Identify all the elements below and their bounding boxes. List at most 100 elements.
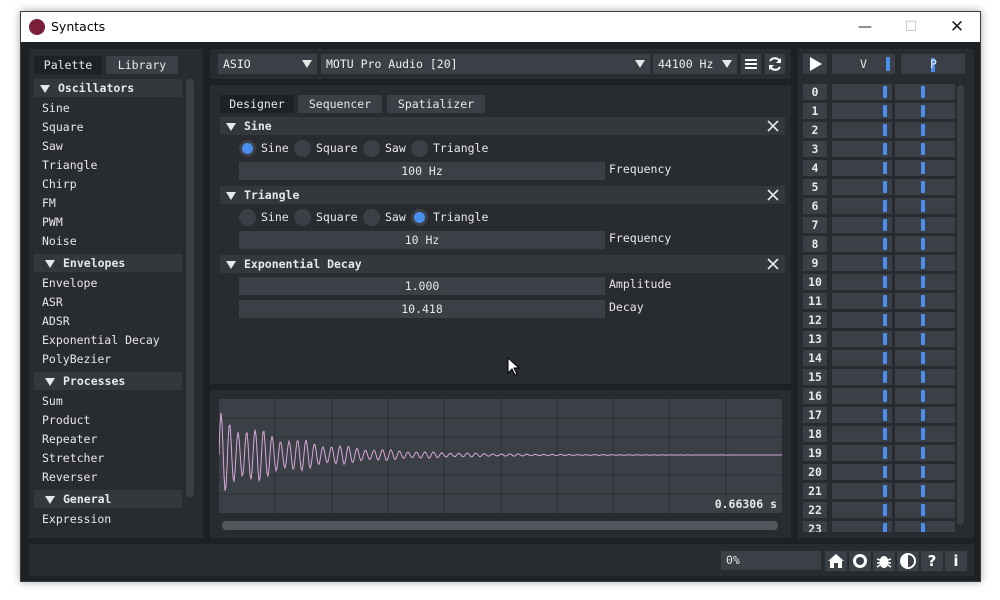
channel-number[interactable]: 22 — [803, 502, 827, 518]
palette-item[interactable]: Exponential Decay — [42, 333, 160, 347]
channel-number[interactable]: 9 — [803, 255, 827, 271]
radio-saw[interactable]: Saw — [363, 139, 406, 157]
palette-item[interactable]: ASR — [42, 295, 63, 309]
channel-number[interactable]: 1 — [803, 103, 827, 119]
channel-volume-slider[interactable] — [832, 217, 892, 233]
section-envelopes[interactable]: Envelopes — [34, 254, 182, 272]
channel-pitch-slider[interactable] — [895, 122, 955, 138]
channel-pitch-slider[interactable] — [895, 521, 955, 532]
channel-number[interactable]: 21 — [803, 483, 827, 499]
palette-item[interactable]: Noise — [42, 234, 77, 248]
channel-pitch-slider[interactable] — [895, 350, 955, 366]
channel-pitch-slider[interactable] — [895, 331, 955, 347]
channel-volume-slider[interactable] — [832, 274, 892, 290]
section-oscillators[interactable]: Oscillators — [34, 79, 182, 97]
channel-volume-slider[interactable] — [832, 407, 892, 423]
channel-number[interactable]: 18 — [803, 426, 827, 442]
node-header-exponential-decay[interactable]: Exponential Decay — [220, 255, 785, 273]
channel-pitch-slider[interactable] — [895, 293, 955, 309]
title-bar[interactable]: Syntacts — ☐ ✕ — [21, 12, 980, 42]
channel-volume-slider[interactable] — [832, 483, 892, 499]
tab-library[interactable]: Library — [106, 56, 178, 74]
channel-pitch-slider[interactable] — [895, 502, 955, 518]
radio-triangle[interactable]: Triangle — [411, 208, 488, 226]
palette-item[interactable]: PWM — [42, 215, 63, 229]
palette-item[interactable]: ADSR — [42, 314, 70, 328]
radio-triangle[interactable]: Triangle — [411, 139, 488, 157]
channel-volume-slider[interactable] — [832, 464, 892, 480]
tab-sequencer[interactable]: Sequencer — [298, 95, 382, 113]
channel-volume-slider[interactable] — [832, 255, 892, 271]
channel-number[interactable]: 3 — [803, 141, 827, 157]
channel-volume-slider[interactable] — [832, 331, 892, 347]
channel-pitch-slider[interactable] — [895, 141, 955, 157]
palette-item[interactable]: Stretcher — [42, 451, 104, 465]
channel-pitch-slider[interactable] — [895, 312, 955, 328]
channel-number[interactable]: 7 — [803, 217, 827, 233]
plot-scrollbar[interactable] — [222, 521, 778, 530]
palette-item[interactable]: PolyBezier — [42, 352, 111, 366]
channel-pitch-slider[interactable] — [895, 426, 955, 442]
channel-pitch-slider[interactable] — [895, 84, 955, 100]
channel-volume-slider[interactable] — [832, 179, 892, 195]
amplitude-slider[interactable]: 1.000 — [239, 277, 605, 295]
radio-square[interactable]: Square — [294, 208, 358, 226]
frequency-slider[interactable]: 10 Hz — [239, 231, 605, 249]
section-general[interactable]: General — [34, 490, 182, 508]
channel-pitch-slider[interactable] — [895, 103, 955, 119]
channel-number[interactable]: 6 — [803, 198, 827, 214]
radio-sine[interactable]: Sine — [239, 139, 289, 157]
palette-item[interactable]: Saw — [42, 139, 63, 153]
channel-pitch-slider[interactable] — [895, 388, 955, 404]
tab-palette[interactable]: Palette — [34, 56, 102, 74]
channel-pitch-slider[interactable] — [895, 274, 955, 290]
channel-volume-slider[interactable] — [832, 312, 892, 328]
close-button[interactable]: ✕ — [935, 14, 979, 40]
radio-saw[interactable]: Saw — [363, 208, 406, 226]
help-button[interactable]: ? — [921, 551, 943, 571]
palette-item[interactable]: FM — [42, 196, 56, 210]
channel-volume-slider[interactable] — [832, 521, 892, 532]
info-button[interactable]: i — [945, 551, 967, 571]
palette-item[interactable]: Envelope — [42, 276, 97, 290]
close-icon[interactable] — [766, 119, 780, 133]
channel-volume-slider[interactable] — [832, 84, 892, 100]
node-header-sine[interactable]: Sine — [220, 117, 785, 135]
maximize-button[interactable]: ☐ — [889, 14, 933, 40]
channel-volume-slider[interactable] — [832, 369, 892, 385]
channel-pitch-slider[interactable] — [895, 464, 955, 480]
palette-scrollbar[interactable] — [186, 79, 194, 497]
close-icon[interactable] — [766, 188, 780, 202]
palette-item[interactable]: Expression — [42, 512, 111, 526]
play-button[interactable] — [803, 54, 827, 74]
channel-number[interactable]: 5 — [803, 179, 827, 195]
volume-all-slider[interactable]: V — [832, 54, 895, 74]
channel-pitch-slider[interactable] — [895, 236, 955, 252]
theme-button[interactable] — [897, 551, 919, 571]
refresh-button[interactable] — [765, 54, 785, 74]
channel-pitch-slider[interactable] — [895, 179, 955, 195]
pitch-all-slider[interactable]: P — [901, 54, 965, 74]
channel-number[interactable]: 12 — [803, 312, 827, 328]
channel-pitch-slider[interactable] — [895, 255, 955, 271]
channel-pitch-slider[interactable] — [895, 217, 955, 233]
channel-volume-slider[interactable] — [832, 236, 892, 252]
device-select[interactable]: MOTU Pro Audio [20] — [321, 54, 650, 74]
sample-rate-select[interactable]: 44100 Hz — [653, 54, 737, 74]
channel-number[interactable]: 2 — [803, 122, 827, 138]
channel-number[interactable]: 4 — [803, 160, 827, 176]
section-processes[interactable]: Processes — [34, 372, 182, 390]
close-icon[interactable] — [766, 257, 780, 271]
channel-pitch-slider[interactable] — [895, 369, 955, 385]
tab-designer[interactable]: Designer — [220, 95, 294, 113]
palette-item[interactable]: Reverser — [42, 470, 97, 484]
channel-volume-slider[interactable] — [832, 426, 892, 442]
channel-scrollbar[interactable] — [957, 85, 964, 525]
channel-number[interactable]: 13 — [803, 331, 827, 347]
radio-square[interactable]: Square — [294, 139, 358, 157]
channel-volume-slider[interactable] — [832, 502, 892, 518]
minimize-button[interactable]: — — [843, 14, 887, 40]
channel-pitch-slider[interactable] — [895, 198, 955, 214]
channel-volume-slider[interactable] — [832, 103, 892, 119]
channel-volume-slider[interactable] — [832, 198, 892, 214]
